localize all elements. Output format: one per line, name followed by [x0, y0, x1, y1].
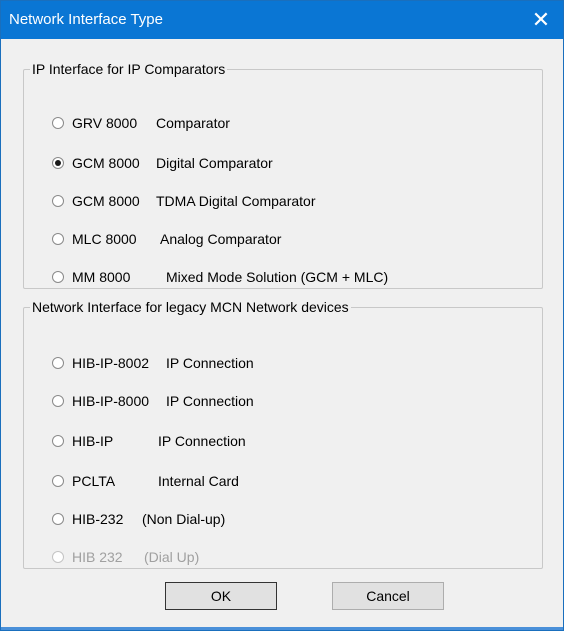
radio-button-icon: [52, 551, 64, 563]
title-bar[interactable]: Network Interface Type ✕: [1, 1, 563, 39]
close-icon[interactable]: ✕: [519, 1, 563, 39]
option-model: HIB-IP-8002: [72, 355, 150, 371]
legacy-mcn-group: Network Interface for legacy MCN Network…: [23, 299, 543, 569]
option-model: HIB-IP-8000: [72, 393, 150, 409]
dialog-window: Network Interface Type ✕ IP Interface fo…: [0, 0, 564, 631]
radio-button-icon[interactable]: [52, 513, 64, 525]
radio-hib-ip-8002[interactable]: HIB-IP-8002 IP Connection: [52, 353, 254, 373]
radio-gcm-8000-digital-comparator[interactable]: GCM 8000 Digital Comparator: [52, 153, 273, 173]
option-desc: TDMA Digital Comparator: [156, 193, 316, 209]
radio-button-icon[interactable]: [52, 395, 64, 407]
radio-button-selected-icon[interactable]: [52, 157, 64, 169]
radio-button-icon[interactable]: [52, 117, 64, 129]
option-desc: IP Connection: [166, 393, 254, 409]
radio-hib-232-dialup: HIB 232 (Dial Up): [52, 547, 199, 567]
radio-pclta[interactable]: PCLTA Internal Card: [52, 471, 239, 491]
radio-button-icon[interactable]: [52, 435, 64, 447]
radio-mlc-8000-analog-comparator[interactable]: MLC 8000 Analog Comparator: [52, 229, 281, 249]
option-desc: Internal Card: [158, 473, 239, 489]
option-desc: Digital Comparator: [156, 155, 273, 171]
option-model: HIB 232: [72, 549, 123, 565]
option-model: GCM 8000: [72, 193, 140, 209]
radio-grv-8000-comparator[interactable]: GRV 8000 Comparator: [52, 113, 230, 133]
radio-mm-8000-mixed-mode[interactable]: MM 8000 Mixed Mode Solution (GCM + MLC): [52, 267, 388, 287]
option-desc: IP Connection: [158, 433, 246, 449]
option-model: PCLTA: [72, 473, 116, 489]
radio-hib-ip[interactable]: HIB-IP IP Connection: [52, 431, 246, 451]
window-bottom-border: [1, 627, 563, 630]
option-model: HIB-232: [72, 511, 124, 527]
option-model: MLC 8000: [72, 231, 137, 247]
option-desc: (Dial Up): [144, 549, 200, 565]
option-model: HIB-IP: [72, 433, 114, 449]
radio-button-icon[interactable]: [52, 357, 64, 369]
option-model: GCM 8000: [72, 155, 140, 171]
radio-hib-ip-8000[interactable]: HIB-IP-8000 IP Connection: [52, 391, 254, 411]
option-model: GRV 8000: [72, 115, 138, 131]
option-desc: Analog Comparator: [160, 231, 282, 247]
radio-button-icon[interactable]: [52, 233, 64, 245]
radio-hib-232-non-dialup[interactable]: HIB-232 (Non Dial-up): [52, 509, 225, 529]
option-model: MM 8000: [72, 269, 131, 285]
cancel-button[interactable]: Cancel: [332, 582, 444, 610]
option-desc: IP Connection: [166, 355, 254, 371]
window-title: Network Interface Type: [9, 11, 163, 28]
legacy-mcn-legend: Network Interface for legacy MCN Network…: [32, 299, 349, 315]
radio-button-icon[interactable]: [52, 271, 64, 283]
ip-comparators-legend: IP Interface for IP Comparators: [32, 61, 226, 77]
radio-gcm-8000-tdma-digital-comparator[interactable]: GCM 8000 TDMA Digital Comparator: [52, 191, 316, 211]
ok-button[interactable]: OK: [165, 582, 277, 610]
ip-comparators-group: IP Interface for IP Comparators GRV 8000…: [23, 61, 543, 289]
option-desc: Comparator: [156, 115, 230, 131]
radio-button-icon[interactable]: [52, 195, 64, 207]
radio-button-icon[interactable]: [52, 475, 64, 487]
option-desc: (Non Dial-up): [142, 511, 226, 527]
option-desc: Mixed Mode Solution (GCM + MLC): [166, 269, 389, 285]
